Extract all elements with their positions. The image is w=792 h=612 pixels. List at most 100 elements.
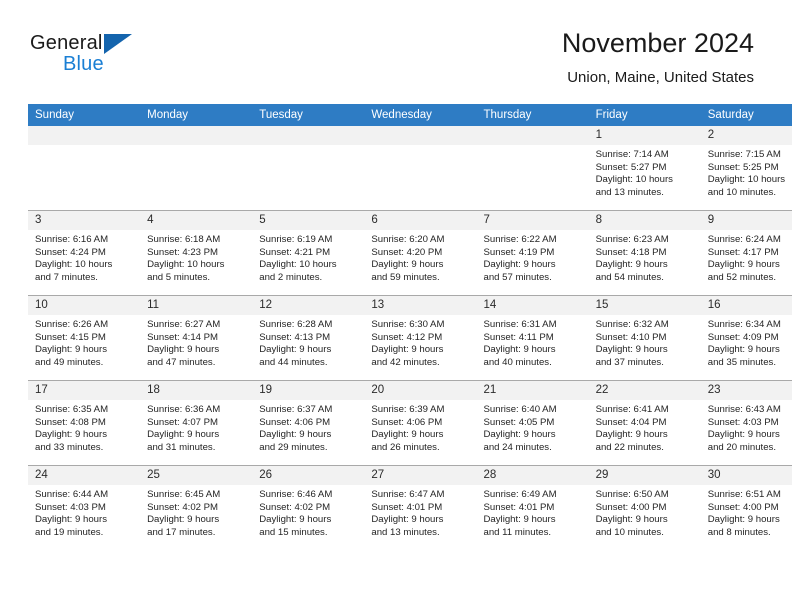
calendar-day-cell[interactable]: 25 Sunrise: 6:45 AM Sunset: 4:02 PM Dayligh… [140,465,253,550]
calendar-day-cell[interactable]: 18 Sunrise: 6:36 AM Sunset: 4:07 PM Dayligh… [140,380,253,466]
brand-logo[interactable]: General Blue [30,32,200,78]
day-details [28,145,140,149]
daylight-text: Daylight: 9 hours [35,429,107,441]
weekday-header-wednesday: Wednesday [364,104,477,126]
sunset-text: Sunset: 4:10 PM [595,331,667,343]
daylight-text: Daylight: 9 hours [147,429,220,441]
sunset-text: Sunset: 4:00 PM [707,501,779,513]
day-number: 24 [28,466,141,485]
daylight-text: and 5 minutes. [147,271,211,283]
sunrise-text: Sunrise: 6:50 AM [595,489,669,500]
day-number [140,126,253,145]
day-number: 16 [700,296,792,315]
calendar-day-cell[interactable]: 8 Sunrise: 6:23 AM Sunset: 4:18 PM Daylight… [588,210,701,296]
calendar-table: Sunday Monday Tuesday Wednesday Thursday… [28,104,792,550]
calendar-day-cell[interactable]: 6 Sunrise: 6:20 AM Sunset: 4:20 PM Daylight… [364,210,477,296]
sunset-text: Sunset: 4:11 PM [483,331,554,343]
calendar-day-cell[interactable]: 23 Sunrise: 6:43 AM Sunset: 4:03 PM Dayligh… [700,380,792,466]
day-details: Sunrise: 6:27 AM Sunset: 4:14 PM Daylight:… [140,315,252,369]
daylight-text: and 13 minutes. [595,186,664,198]
calendar-day-cell[interactable]: 30 Sunrise: 6:51 AM Sunset: 4:00 PM Dayligh… [700,465,792,550]
sunset-text: Sunset: 5:27 PM [595,161,667,173]
sunrise-text: Sunrise: 6:31 AM [483,319,557,330]
sunset-text: Sunset: 4:13 PM [259,331,331,343]
day-details: Sunrise: 6:50 AM Sunset: 4:00 PM Daylight:… [589,485,701,539]
sunset-text: Sunset: 4:03 PM [35,501,106,513]
calendar-day-cell[interactable]: 11 Sunrise: 6:27 AM Sunset: 4:14 PM Dayligh… [140,295,253,381]
day-number: 7 [476,211,589,230]
daylight-text: and 19 minutes. [35,526,104,538]
daylight-text: and 49 minutes. [35,356,104,368]
calendar-day-cell[interactable]: 14 Sunrise: 6:31 AM Sunset: 4:11 PM Dayligh… [476,295,589,381]
sunset-text: Sunset: 4:02 PM [259,501,331,513]
day-number: 20 [364,381,477,400]
calendar-day-cell[interactable]: 7 Sunrise: 6:22 AM Sunset: 4:19 PM Daylight… [476,210,589,296]
daylight-text: and 57 minutes. [483,271,552,283]
calendar-day-cell[interactable]: 19 Sunrise: 6:37 AM Sunset: 4:06 PM Dayligh… [252,380,365,466]
sunrise-text: Sunrise: 6:26 AM [35,319,109,330]
day-number: 25 [140,466,253,485]
calendar-day-cell[interactable]: 26 Sunrise: 6:46 AM Sunset: 4:02 PM Dayligh… [252,465,365,550]
daylight-text: Daylight: 9 hours [595,344,668,356]
day-number: 6 [364,211,477,230]
sunset-text: Sunset: 4:05 PM [483,416,555,428]
day-number: 23 [700,381,792,400]
daylight-text: and 44 minutes. [259,356,328,368]
day-number: 9 [700,211,792,230]
calendar-day-cell[interactable]: 1 Sunrise: 7:14 AM Sunset: 5:27 PM Daylight… [588,126,701,211]
weekday-header-tuesday: Tuesday [252,104,365,126]
day-details: Sunrise: 6:30 AM Sunset: 4:12 PM Daylight:… [364,315,476,369]
calendar-day-cell[interactable]: 22 Sunrise: 6:41 AM Sunset: 4:04 PM Dayligh… [588,380,701,466]
calendar-week-row: 24 Sunrise: 6:44 AM Sunset: 4:03 PM Dayligh… [28,465,792,550]
calendar-day-cell[interactable]: 15 Sunrise: 6:32 AM Sunset: 4:10 PM Dayligh… [588,295,701,381]
daylight-text: Daylight: 9 hours [147,514,220,526]
sunset-text: Sunset: 4:20 PM [371,246,443,258]
calendar-day-cell[interactable]: 5 Sunrise: 6:19 AM Sunset: 4:21 PM Daylight… [252,210,365,296]
daylight-text: and 54 minutes. [595,271,664,283]
day-number: 22 [588,381,701,400]
calendar-day-cell[interactable]: 21 Sunrise: 6:40 AM Sunset: 4:05 PM Dayligh… [476,380,589,466]
calendar-day-cell[interactable]: 28 Sunrise: 6:49 AM Sunset: 4:01 PM Dayligh… [476,465,589,550]
calendar-week-row: 3 Sunrise: 6:16 AM Sunset: 4:24 PM Daylight… [28,210,792,296]
calendar-day-cell[interactable]: 20 Sunrise: 6:39 AM Sunset: 4:06 PM Dayligh… [364,380,477,466]
calendar-day-cell[interactable]: 3 Sunrise: 6:16 AM Sunset: 4:24 PM Daylight… [28,210,141,296]
day-number: 13 [364,296,477,315]
calendar-day-cell-empty [140,126,253,211]
calendar-day-cell[interactable]: 24 Sunrise: 6:44 AM Sunset: 4:03 PM Dayligh… [28,465,141,550]
day-details: Sunrise: 7:14 AM Sunset: 5:27 PM Daylight:… [589,145,701,199]
calendar-day-cell[interactable]: 13 Sunrise: 6:30 AM Sunset: 4:12 PM Dayligh… [364,295,477,381]
day-details: Sunrise: 6:40 AM Sunset: 4:05 PM Daylight:… [477,400,589,454]
daylight-text: Daylight: 9 hours [595,429,668,441]
daylight-text: Daylight: 9 hours [35,514,107,526]
daylight-text: Daylight: 9 hours [371,344,444,356]
sunrise-text: Sunrise: 6:37 AM [259,404,333,415]
day-details [140,145,252,149]
day-details [477,145,589,149]
sunrise-text: Sunrise: 6:44 AM [35,489,109,500]
daylight-text: and 37 minutes. [595,356,664,368]
calendar-day-cell[interactable]: 29 Sunrise: 6:50 AM Sunset: 4:00 PM Dayligh… [588,465,701,550]
sunset-text: Sunset: 4:08 PM [35,416,106,428]
sunrise-text: Sunrise: 7:15 AM [707,149,781,160]
day-number: 29 [588,466,701,485]
location-subtitle: Union, Maine, United States [567,69,754,86]
calendar-day-cell[interactable]: 27 Sunrise: 6:47 AM Sunset: 4:01 PM Dayligh… [364,465,477,550]
day-details: Sunrise: 6:47 AM Sunset: 4:01 PM Daylight:… [364,485,476,539]
calendar-day-cell[interactable]: 17 Sunrise: 6:35 AM Sunset: 4:08 PM Dayligh… [28,380,141,466]
sunrise-text: Sunrise: 6:27 AM [147,319,221,330]
sunrise-text: Sunrise: 6:20 AM [371,234,445,245]
sunset-text: Sunset: 4:24 PM [35,246,106,258]
calendar-day-cell[interactable]: 2 Sunrise: 7:15 AM Sunset: 5:25 PM Daylight… [700,126,792,211]
daylight-text: and 26 minutes. [371,441,440,453]
calendar-day-cell[interactable]: 9 Sunrise: 6:24 AM Sunset: 4:17 PM Daylight… [700,210,792,296]
calendar-day-cell[interactable]: 12 Sunrise: 6:28 AM Sunset: 4:13 PM Dayligh… [252,295,365,381]
day-number: 10 [28,296,141,315]
weekday-header-monday: Monday [140,104,253,126]
sunrise-text: Sunrise: 6:22 AM [483,234,557,245]
daylight-text: Daylight: 9 hours [707,344,780,356]
calendar-day-cell[interactable]: 10 Sunrise: 6:26 AM Sunset: 4:15 PM Dayligh… [28,295,141,381]
calendar-day-cell[interactable]: 4 Sunrise: 6:18 AM Sunset: 4:23 PM Daylight… [140,210,253,296]
calendar-day-cell[interactable]: 16 Sunrise: 6:34 AM Sunset: 4:09 PM Dayligh… [700,295,792,381]
daylight-text: Daylight: 9 hours [483,259,556,271]
sunset-text: Sunset: 4:21 PM [259,246,331,258]
